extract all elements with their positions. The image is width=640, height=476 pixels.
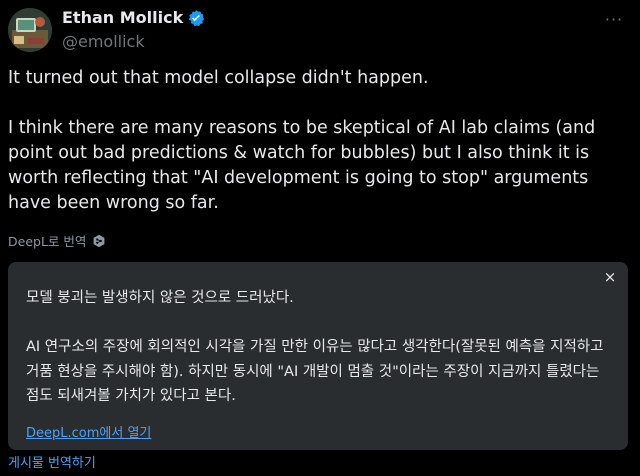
translated-by-label: DeepL로 번역 xyxy=(8,234,87,249)
translate-post-link[interactable]: 게시물 번역하기 xyxy=(8,452,96,471)
open-in-deepl-link[interactable]: DeepL.com에서 열기 xyxy=(26,422,151,441)
tweet-paragraph: It turned out that model collapse didn't… xyxy=(8,68,429,88)
translation-attribution: DeepL로 번역 xyxy=(8,231,106,250)
author-name-row[interactable]: Ethan Mollick xyxy=(62,8,205,27)
translation-paragraph: 모델 붕괴는 발생하지 않은 것으로 드러났다. xyxy=(26,290,294,306)
ellipsis-icon[interactable]: ··· xyxy=(604,10,624,30)
translation-paragraph: AI 연구소의 주장에 회의적인 시각을 가질 만한 이유는 많다고 생각한다(… xyxy=(26,339,604,404)
close-icon[interactable]: × xyxy=(602,268,618,286)
tweet-paragraph: I think there are many reasons to be ske… xyxy=(8,118,596,213)
deepl-logo-icon xyxy=(92,234,106,248)
verified-badge-icon xyxy=(187,9,205,27)
tweet-text: It turned out that model collapse didn't… xyxy=(8,66,626,216)
avatar-image xyxy=(8,8,52,52)
author-display-name[interactable]: Ethan Mollick xyxy=(62,8,183,27)
author-handle[interactable]: @emollick xyxy=(62,32,145,51)
avatar[interactable] xyxy=(8,8,52,52)
translation-card: × 모델 붕괴는 발생하지 않은 것으로 드러났다. AI 연구소의 주장에 회… xyxy=(8,262,628,450)
